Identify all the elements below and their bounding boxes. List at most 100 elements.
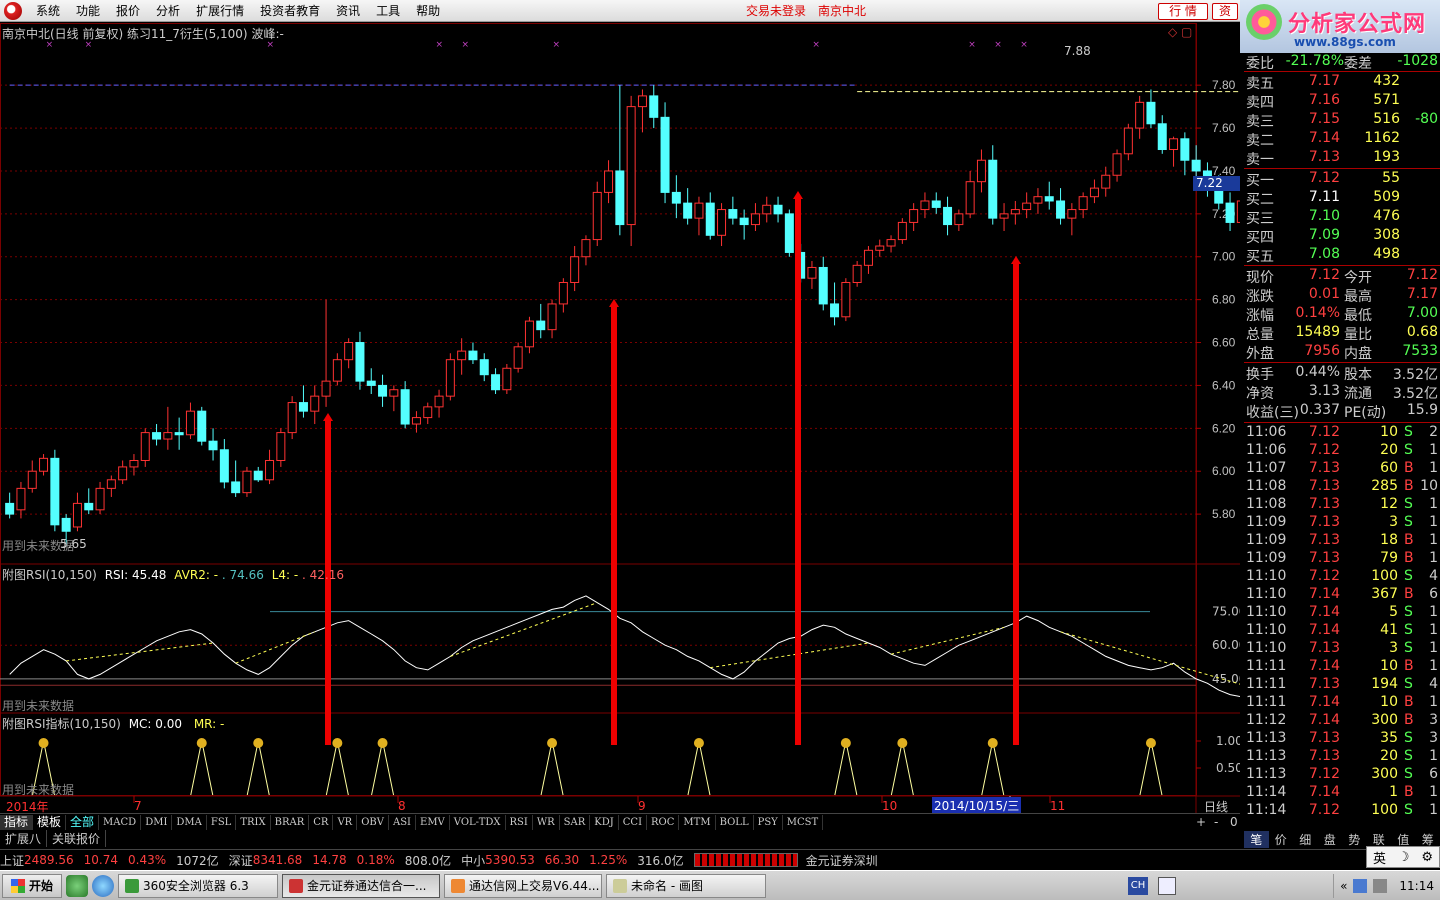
menu-item-system[interactable]: 系统 — [28, 2, 68, 19]
ime-language[interactable]: 英 — [1373, 848, 1386, 867]
menu-item-investor-education[interactable]: 投资者教育 — [252, 2, 328, 19]
fundamental-row[interactable]: 净资 3.13 流通 3.52亿 — [1244, 383, 1440, 402]
fundamental-row[interactable]: 换手 0.44% 股本 3.52亿 — [1244, 364, 1440, 383]
kline-chart[interactable]: 5.806.006.206.406.606.807.007.207.407.60… — [0, 23, 1240, 827]
quote-stat-row[interactable]: 涨跌 0.01 最高 7.17 — [1244, 286, 1440, 305]
quote-stat-row[interactable]: 现价 7.12 今开 7.12 — [1244, 267, 1440, 286]
menu-item-quote[interactable]: 报价 — [108, 2, 148, 19]
buy-level-row[interactable]: 买二 7.11 509 — [1244, 189, 1440, 208]
indicator-tab[interactable]: BRAR — [271, 814, 310, 830]
zoom-out-button[interactable]: - — [1214, 815, 1218, 829]
sell-level-row[interactable]: 卖一 7.13 193 — [1244, 149, 1440, 168]
trade-tick-row[interactable]: 11:14 7.14 1 B 1 — [1244, 784, 1440, 803]
sell-level-row[interactable]: 卖五 7.17 432 — [1244, 73, 1440, 92]
trade-tick-row[interactable]: 11:09 7.13 79 B 1 — [1244, 550, 1440, 569]
ime-toolbar[interactable]: 英 ☽ ⚙ — [1366, 846, 1440, 868]
tab-chips[interactable]: 筹 — [1416, 831, 1440, 848]
trade-tick-row[interactable]: 11:11 7.14 10 B 1 — [1244, 694, 1440, 713]
trade-tick-row[interactable]: 11:10 7.14 5 S 1 — [1244, 604, 1440, 623]
menu-item-help[interactable]: 帮助 — [408, 2, 448, 19]
trade-tick-row[interactable]: 11:08 7.13 12 S 1 — [1244, 496, 1440, 515]
buy-level-row[interactable]: 买三 7.10 476 — [1244, 208, 1440, 227]
trade-tick-row[interactable]: 11:13 7.13 35 S 3 — [1244, 730, 1440, 749]
indicator-tab[interactable]: EMV — [416, 814, 450, 830]
tab-extended-eight[interactable]: 扩展八 — [0, 830, 48, 847]
menu-item-analysis[interactable]: 分析 — [148, 2, 188, 19]
tab-value[interactable]: 值 — [1391, 831, 1416, 848]
start-button[interactable]: 开始 — [2, 873, 63, 898]
trade-tick-row[interactable]: 11:11 7.13 194 S 4 — [1244, 676, 1440, 695]
trade-tick-row[interactable]: 11:11 7.14 10 B 1 — [1244, 658, 1440, 677]
indicator-tab[interactable]: WR — [533, 814, 560, 830]
trade-tick-row[interactable]: 11:12 7.14 300 B 3 — [1244, 712, 1440, 731]
quote-stat-row[interactable]: 外盘 7956 内盘 7533 — [1244, 343, 1440, 362]
moon-icon[interactable]: ☽ — [1398, 850, 1410, 865]
trade-tick-row[interactable]: 11:06 7.12 10 S 2 — [1244, 424, 1440, 443]
tab-order-book[interactable]: 盘 — [1318, 831, 1343, 848]
menu-item-extended-market[interactable]: 扩展行情 — [188, 2, 252, 19]
indicator-tab[interactable]: CCI — [619, 814, 648, 830]
tab-price[interactable]: 价 — [1269, 831, 1294, 848]
sell-level-row[interactable]: 卖四 7.16 571 — [1244, 92, 1440, 111]
indicator-tab[interactable]: TRIX — [236, 814, 271, 830]
taskbar-item[interactable]: 360安全浏览器 6.3 — [118, 873, 279, 898]
trade-tick-row[interactable]: 11:13 7.12 300 S 6 — [1244, 766, 1440, 785]
language-indicator[interactable]: CH — [1128, 877, 1148, 895]
indicator-tab[interactable]: CR — [309, 814, 334, 830]
trade-tick-row[interactable]: 11:10 7.14 41 S 1 — [1244, 622, 1440, 641]
trade-tick-row[interactable]: 11:13 7.13 20 S 1 — [1244, 748, 1440, 767]
indicator-tab[interactable]: DMA — [172, 814, 207, 830]
tab-trade-ticks[interactable]: 笔 — [1244, 830, 1269, 848]
indicator-tab[interactable]: MACD — [99, 814, 142, 830]
trade-tick-row[interactable]: 11:14 7.12 100 S 1 — [1244, 802, 1440, 821]
trade-tick-row[interactable]: 11:07 7.13 60 B 1 — [1244, 460, 1440, 479]
order-ratio-row[interactable]: 委比 -21.78% 委差 -1028 — [1244, 53, 1440, 72]
indicator-tab[interactable]: 指标 — [0, 814, 34, 830]
taskbar-item[interactable]: 未命名 - 画图 — [606, 873, 767, 898]
indicator-tab[interactable]: MCST — [783, 814, 824, 830]
trade-button[interactable]: 资 — [1212, 3, 1238, 20]
indicator-tab[interactable]: MTM — [679, 814, 716, 830]
tab-linked[interactable]: 联 — [1367, 831, 1392, 848]
buy-level-row[interactable]: 买五 7.08 498 — [1244, 246, 1440, 265]
tab-trend[interactable]: 势 — [1342, 831, 1367, 848]
trade-tick-row[interactable]: 11:06 7.12 20 S 1 — [1244, 442, 1440, 461]
help-icon[interactable] — [1158, 877, 1176, 895]
taskbar-item[interactable]: 通达信网上交易V6.44... — [444, 873, 603, 898]
ime-settings-icon[interactable]: ⚙ — [1421, 850, 1433, 865]
tray-expand-icon[interactable]: « — [1340, 879, 1347, 893]
indicator-tab[interactable]: 模板 — [33, 814, 67, 830]
indicator-tab[interactable]: OBV — [357, 814, 389, 830]
fundamental-row[interactable]: 收益(三) 0.337 PE(动) 15.9 — [1244, 402, 1440, 421]
menu-item-function[interactable]: 功能 — [68, 2, 108, 19]
trade-tick-row[interactable]: 11:09 7.13 3 S 1 — [1244, 514, 1440, 533]
quote-stat-row[interactable]: 涨幅 0.14% 最低 7.00 — [1244, 305, 1440, 324]
indicator-tab[interactable]: BOLL — [716, 814, 754, 830]
quote-stat-row[interactable]: 总量 15489 量比 0.68 — [1244, 324, 1440, 343]
trade-tick-row[interactable]: 11:08 7.13 285 B 10 — [1244, 478, 1440, 497]
menu-item-news[interactable]: 资讯 — [328, 2, 368, 19]
tab-related-quote[interactable]: 关联报价 — [47, 830, 107, 847]
browser-launch-icon[interactable] — [92, 874, 115, 897]
clock[interactable]: 11:14 — [1399, 879, 1434, 893]
trade-tick-row[interactable]: 11:10 7.14 367 B 6 — [1244, 586, 1440, 605]
chart-area[interactable]: 5.80 6.00 6.20 6.40 6.60 6.80 7.00 7.20 7.40 7.60… — [0, 23, 1240, 827]
indicator-tab[interactable]: 全部 — [66, 814, 100, 830]
volume-icon[interactable] — [1373, 879, 1388, 893]
indicator-tab[interactable]: FSL — [207, 814, 237, 830]
quote-button[interactable]: 行 情 — [1158, 3, 1208, 20]
menu-item-tools[interactable]: 工具 — [368, 2, 408, 19]
trade-tick-row[interactable]: 11:09 7.13 18 B 1 — [1244, 532, 1440, 551]
buy-level-row[interactable]: 买四 7.09 308 — [1244, 227, 1440, 246]
zoom-in-button[interactable]: + — [1196, 815, 1206, 829]
trade-tick-row[interactable]: 11:10 7.13 3 S 1 — [1244, 640, 1440, 659]
indicator-tab[interactable]: ASI — [389, 814, 417, 830]
network-icon[interactable] — [1353, 879, 1368, 893]
indicator-tab[interactable]: VOL-TDX — [450, 814, 506, 830]
indicator-tab[interactable]: ROC — [647, 814, 680, 830]
sell-level-row[interactable]: 卖二 7.14 1162 — [1244, 130, 1440, 149]
indicator-tab[interactable]: VR — [333, 814, 358, 830]
indicator-tab[interactable]: PSY — [754, 814, 783, 830]
chart-window-controls-icon[interactable]: ◇ ▢ — [1168, 25, 1192, 39]
indicator-tab[interactable]: SAR — [560, 814, 591, 830]
